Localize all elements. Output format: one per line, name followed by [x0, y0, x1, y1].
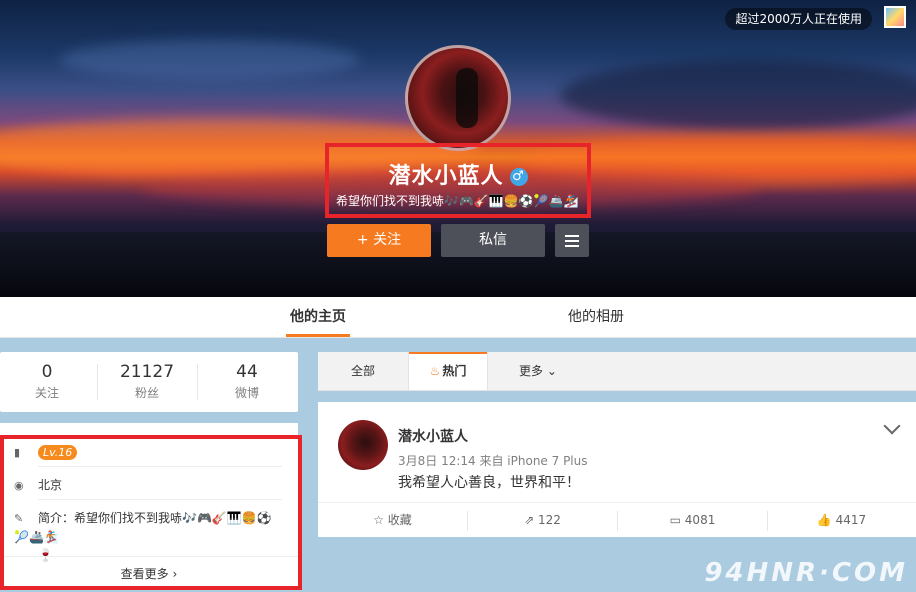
edit-note-icon: ✎ [14, 512, 24, 525]
profile-avatar[interactable] [405, 45, 511, 151]
repost-icon: ⇗ [524, 513, 538, 527]
level-badge[interactable]: Lv.16 [38, 445, 78, 460]
favorite-label: 收藏 [387, 513, 412, 527]
menu-icon-line [565, 235, 579, 237]
info-location-row: ◉ 北京 [14, 476, 62, 493]
menu-icon-line [565, 245, 579, 247]
post-avatar[interactable] [338, 420, 388, 470]
post-actions-bar: ☆ 收藏 ⇗ 122 ▭ 4081 👍 4417 [318, 502, 916, 538]
fire-icon: ♨ [429, 364, 441, 378]
chevron-down-icon: ⌄ [546, 364, 557, 378]
info-divider [38, 499, 282, 500]
post-options-chevron-icon[interactable] [883, 417, 901, 435]
location-pin-icon: ◉ [14, 479, 24, 492]
tab-all[interactable]: 全部 [318, 352, 408, 390]
star-icon: ☆ [373, 513, 388, 527]
more-menu-button[interactable] [555, 224, 589, 257]
stat-label: 粉丝 [134, 386, 159, 400]
tab-album[interactable]: 他的相册 [568, 297, 624, 337]
tab-more[interactable]: 更多 ⌄ [508, 352, 568, 390]
users-count-badge: 超过2000万人正在使用 [725, 8, 872, 30]
tab-home[interactable]: 他的主页 [286, 297, 350, 337]
stat-value: 21127 [119, 362, 175, 382]
stat-following[interactable]: 0 关注 [0, 362, 97, 401]
stat-label: 关注 [34, 386, 59, 400]
feed-filter-tabs: 全部 ♨ 热门 更多 ⌄ [318, 352, 916, 391]
see-more-link[interactable]: 查看更多 › [0, 556, 298, 591]
like-button[interactable]: 👍 4417 [767, 503, 916, 538]
repost-button[interactable]: ⇗ 122 [468, 503, 617, 538]
highlight-box-name [325, 143, 591, 218]
stat-value: 0 [41, 362, 53, 382]
like-count: 4417 [835, 513, 867, 527]
cover-cloud [560, 60, 916, 130]
tab-more-label: 更多 [519, 364, 544, 378]
post-username[interactable]: 潜水小蓝人 [398, 426, 468, 446]
thumbs-up-icon: 👍 [816, 513, 836, 527]
change-cover-icon[interactable] [884, 6, 906, 28]
post-text: 我希望人心善良，世界和平！ [398, 475, 580, 491]
bookmark-icon: ▮ [14, 446, 21, 459]
follow-button[interactable]: + 关注 [327, 224, 431, 257]
stat-value: 44 [236, 362, 258, 382]
chevron-right-icon: › [172, 567, 178, 581]
stat-followers[interactable]: 21127 粉丝 [97, 362, 197, 401]
site-watermark: 94HNR·COM [704, 558, 908, 588]
info-divider [38, 466, 282, 467]
repost-count: 122 [537, 513, 561, 527]
profile-cover: 超过2000万人正在使用 潜水小蓝人 ♂ 希望你们找不到我哧🎶🎮🎸🎹🍔⚽🎾🚢🏂🍷 … [0, 0, 916, 297]
stat-label: 微博 [234, 386, 259, 400]
menu-icon-line [565, 240, 579, 242]
cover-cloud [60, 40, 360, 80]
post-meta: 3月8日 12:14 来自 iPhone 7 Plus [398, 454, 588, 468]
comment-count: 4081 [684, 513, 716, 527]
comment-button[interactable]: ▭ 4081 [618, 503, 767, 538]
location-text: 北京 [38, 478, 63, 492]
tab-hot[interactable]: ♨ 热门 [408, 352, 488, 390]
comment-icon: ▭ [669, 513, 685, 527]
tab-hot-label: 热门 [442, 364, 467, 378]
stat-posts[interactable]: 44 微博 [197, 362, 297, 401]
intro-text-line1: 简介：希望你们找不到我哧🎶🎮🎸🎹🍔⚽🎾🚢🏂 [14, 511, 272, 544]
favorite-button[interactable]: ☆ 收藏 [318, 503, 467, 538]
post-card: 潜水小蓝人 3月8日 12:14 来自 iPhone 7 Plus 我希望人心善… [318, 402, 916, 537]
see-more-label: 查看更多 [120, 567, 169, 581]
message-button[interactable]: 私信 [441, 224, 545, 257]
profile-tabbar: 他的主页 他的相册 [0, 297, 916, 338]
info-level-row: ▮ Lv.16 [14, 445, 78, 460]
stats-card: 0 关注 21127 粉丝 44 微博 [0, 352, 298, 412]
